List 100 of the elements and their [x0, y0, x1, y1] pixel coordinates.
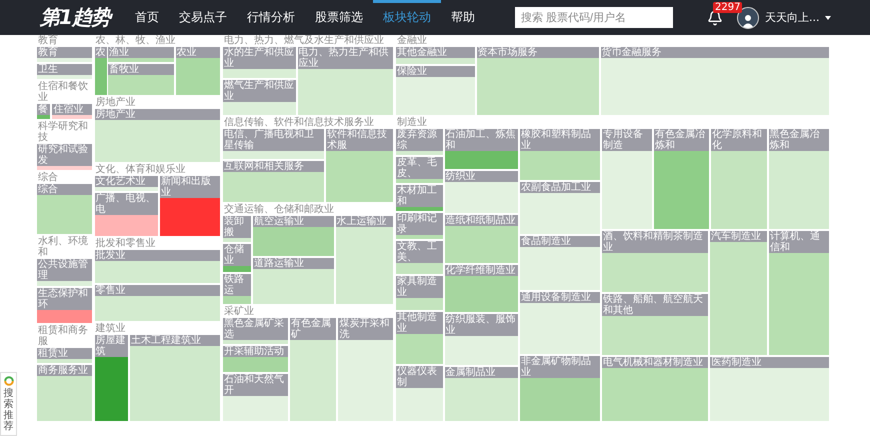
industry-tile[interactable]: 住宿业 [52, 104, 92, 119]
industry-tile[interactable]: 水上运输业 [336, 216, 393, 304]
industry-label: 渔业 [108, 47, 174, 58]
industry-tile[interactable]: 黑色金属矿采选 [222, 318, 288, 344]
industry-tile[interactable]: 汽车制造业 [710, 230, 767, 355]
industry-label: 非金属矿物制品业 [520, 356, 600, 378]
nav-tab[interactable]: 板块轮动 [373, 0, 441, 35]
industry-tile[interactable]: 卫生 [37, 64, 92, 79]
industry-tile[interactable]: 航空运输业 [253, 216, 334, 256]
industry-tile[interactable]: 电气机械和器材制造业 [602, 356, 708, 421]
industry-tile[interactable]: 煤炭开采和洗 [338, 318, 393, 421]
industry-tile[interactable]: 印刷和记录 [396, 213, 443, 240]
industry-tile[interactable]: 仪器仪表制 [396, 366, 443, 421]
industry-tile[interactable]: 公共设施管理 [37, 259, 92, 286]
industry-tile[interactable]: 零售业 [94, 284, 220, 321]
industry-tile[interactable]: 食品制造业 [520, 236, 600, 290]
industry-tile[interactable]: 电信、广播电视和卫星传输 [222, 129, 324, 160]
industry-tile[interactable]: 有色金属矿 [290, 318, 336, 421]
industry-tile[interactable]: 保险业 [396, 66, 475, 115]
industry-tile[interactable]: 批发业 [94, 250, 220, 283]
industry-tile[interactable]: 道路运输业 [253, 258, 334, 304]
industry-tile[interactable]: 石油和天然气开 [222, 374, 288, 421]
industry-tile[interactable]: 广播、电视、电 [94, 193, 158, 236]
industry-label: 铁路运 [222, 274, 251, 296]
industry-tile[interactable]: 铁路、船舶、航空航天和其他 [602, 294, 708, 355]
industry-tile[interactable]: 房地产业 [94, 109, 220, 162]
industry-tile[interactable]: 家具制造业 [396, 276, 443, 310]
search-recommend-panel[interactable]: 搜索推荐 [0, 372, 17, 436]
industry-tile[interactable]: 有色金属冶炼和 [654, 129, 709, 229]
industry-tile[interactable]: 软件和信息技术服 [326, 129, 393, 202]
industry-label: 开采辅助活动 [222, 346, 288, 357]
industry-label: 水上运输业 [336, 216, 393, 228]
industry-tile[interactable]: 通用设备制造业 [520, 292, 600, 354]
industry-tile[interactable]: 非金属矿物制品业 [520, 356, 600, 421]
industry-tile[interactable]: 研究和试验发 [37, 144, 92, 170]
industry-tile[interactable]: 水的生产和供应业 [222, 47, 296, 78]
industry-tile[interactable]: 酒、饮料和精制茶制造业 [602, 230, 708, 292]
industry-tile[interactable]: 资本市场服务 [476, 47, 599, 115]
industry-tile[interactable]: 新闻和出版业 [160, 176, 220, 236]
industry-tile[interactable]: 金属制品业 [444, 366, 518, 421]
nav-tab[interactable]: 交易点子 [169, 0, 237, 35]
industry-tile[interactable]: 教育 [37, 47, 92, 62]
sector-title: 信息传输、软件和信息技术服务业 [222, 117, 375, 128]
industry-label: 房屋建筑 [94, 335, 128, 357]
industry-tile[interactable]: 化学原料和化 [710, 129, 767, 229]
industry-tile[interactable]: 其他金融业 [396, 47, 475, 64]
industry-tile[interactable]: 农副食品加工业 [520, 182, 600, 234]
industry-tile[interactable]: 纺织业 [444, 170, 518, 214]
industry-label: 电气机械和器材制造业 [602, 356, 708, 368]
search-field[interactable]: 搜索 股票代码/用户名 [515, 7, 673, 28]
industry-tile[interactable]: 木材加工和 [396, 185, 443, 212]
industry-tile[interactable]: 造纸和纸制品业 [444, 215, 518, 263]
industry-tile[interactable]: 农 [94, 47, 107, 95]
industry-tile[interactable]: 计算机、通信和 [768, 230, 830, 355]
industry-tile[interactable]: 租赁业 [37, 348, 92, 364]
nav-tab[interactable]: 帮助 [441, 0, 485, 35]
industry-tile[interactable]: 文化艺术业 [94, 176, 158, 191]
industry-tile[interactable]: 房屋建筑 [94, 335, 128, 421]
industry-tile[interactable]: 纺织服装、服饰业 [444, 314, 518, 365]
caret-icon[interactable] [824, 16, 830, 20]
industry-tile[interactable]: 生态保护和环 [37, 288, 92, 324]
industry-tile[interactable]: 农业 [176, 47, 220, 95]
industry-tile[interactable]: 废弃资源综 [396, 129, 443, 155]
user-name[interactable]: 天天向上... [765, 10, 820, 25]
industry-label: 电力、热力生产和供应业 [298, 47, 393, 69]
industry-tile[interactable]: 畜牧业 [108, 64, 174, 95]
industry-tile[interactable]: 医药制造业 [710, 356, 830, 421]
industry-label: 农业 [176, 47, 220, 58]
notification-count: 2297 [713, 2, 742, 12]
industry-tile[interactable]: 皮革、毛皮、 [396, 157, 443, 183]
industry-tile[interactable]: 铁路运 [222, 274, 251, 304]
industry-tile[interactable]: 货币金融服务 [600, 47, 830, 115]
industry-tile[interactable]: 石油加工、炼焦和 [444, 129, 518, 169]
industry-tile[interactable]: 开采辅助活动 [222, 346, 288, 372]
industry-tile[interactable]: 商务服务业 [37, 365, 92, 421]
industry-tile[interactable]: 装卸搬 [222, 216, 251, 242]
industry-tile[interactable]: 燃气生产和供应业 [222, 80, 296, 116]
nav-tab[interactable]: 首页 [125, 0, 169, 35]
industry-tile[interactable]: 综合 [37, 184, 92, 234]
industry-label: 租赁业 [37, 348, 92, 360]
bell-icon[interactable] [707, 10, 723, 26]
industry-tile[interactable]: 电力、热力生产和供应业 [298, 47, 393, 116]
industry-tile[interactable]: 黑色金属冶炼和 [768, 129, 830, 229]
industry-tile[interactable]: 互联网和相关服务 [222, 161, 324, 202]
industry-tile[interactable]: 专用设备制造 [602, 129, 652, 229]
industry-tile[interactable]: 仓储业 [222, 244, 251, 272]
logo[interactable]: 第1趋势 [40, 4, 125, 31]
industry-tile[interactable]: 文教、工美、 [396, 241, 443, 274]
industry-tile[interactable]: 渔业 [108, 47, 174, 62]
industry-label: 互联网和相关服务 [222, 161, 324, 172]
nav-tab[interactable]: 股票筛选 [305, 0, 373, 35]
industry-tile[interactable]: 其他制造业 [396, 312, 443, 364]
nav-tab[interactable]: 行情分析 [237, 0, 305, 35]
industry-tile[interactable]: 橡胶和塑料制品业 [520, 129, 600, 180]
industry-label: 纺织业 [444, 170, 518, 182]
industry-tile[interactable]: 餐 [37, 104, 50, 119]
industry-tile[interactable]: 化学纤维制造业 [444, 264, 518, 312]
sector-title: 房地产业 [94, 97, 137, 108]
industry-tile[interactable]: 土木工程建筑业 [130, 335, 220, 421]
sector-title: 采矿业 [222, 306, 255, 317]
